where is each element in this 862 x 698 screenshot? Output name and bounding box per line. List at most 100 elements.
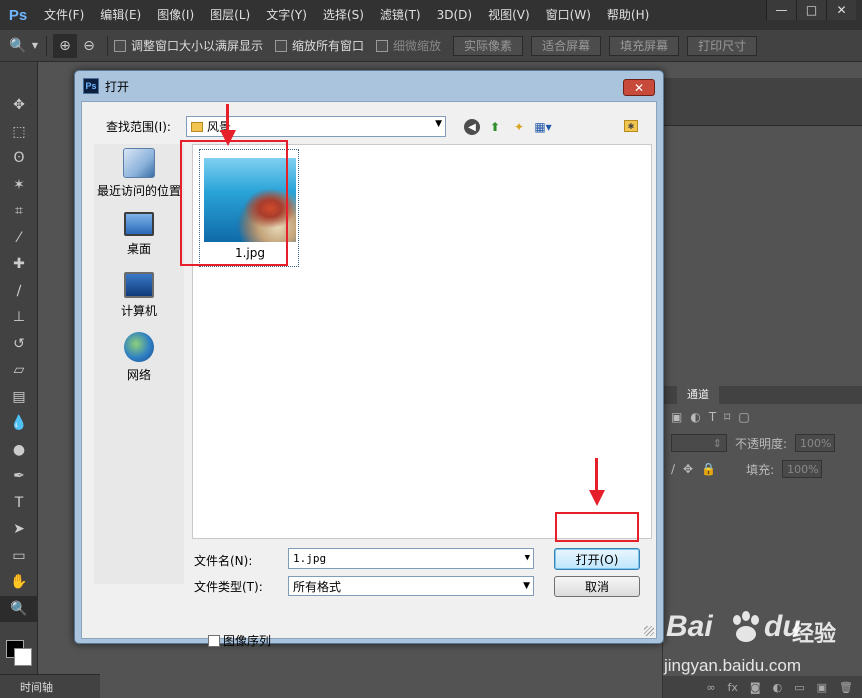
fill-field[interactable]: 100% xyxy=(782,460,823,478)
menu-edit[interactable]: 编辑(E) xyxy=(92,0,149,30)
hand-tool-icon[interactable]: ✋ xyxy=(0,569,38,596)
filter-image-icon[interactable]: ▣ xyxy=(671,410,682,424)
up-folder-icon[interactable]: ⬆ xyxy=(486,118,504,136)
eraser-icon[interactable]: ▱ xyxy=(0,357,38,384)
zoom-in-icon[interactable]: ⊕ xyxy=(53,33,77,58)
annotation-arrowhead-open xyxy=(589,490,605,506)
open-button[interactable]: 打开(O) xyxy=(554,548,640,570)
fit-screen-button[interactable]: 适合屏幕 xyxy=(531,35,602,56)
fill-screen-button[interactable]: 填充屏幕 xyxy=(609,35,680,56)
move-tool-icon[interactable]: ✥ xyxy=(0,92,38,119)
menu-file[interactable]: 文件(F) xyxy=(36,0,92,30)
menu-bar: Ps 文件(F) 编辑(E) 图像(I) 图层(L) 文字(Y) 选择(S) 滤… xyxy=(0,0,862,30)
favorite-folder-icon[interactable]: ✱ xyxy=(624,120,638,132)
type-tool-icon[interactable]: T xyxy=(0,490,38,517)
lock-brush-icon[interactable]: ∕ xyxy=(671,462,675,476)
look-in-label: 查找范围(I): xyxy=(106,120,171,134)
file-name-input[interactable]: 1.jpg ▼ xyxy=(288,548,534,569)
menu-image[interactable]: 图像(I) xyxy=(149,0,202,30)
menu-3d[interactable]: 3D(D) xyxy=(429,0,480,30)
clone-stamp-icon[interactable]: ⊥ xyxy=(0,304,38,331)
dialog-body: 查找范围(I): 风景 ▼ ◀ ⬆ ✦ ▦▾ ✱ 最近访问的位置 桌面 计算机 … xyxy=(81,101,657,648)
close-window-button[interactable]: ✕ xyxy=(826,0,856,20)
window-controls: — □ ✕ xyxy=(766,0,856,22)
view-menu-icon[interactable]: ▦▾ xyxy=(534,118,552,136)
lasso-tool-icon[interactable]: ʘ xyxy=(0,145,38,172)
chevron-down-icon: ▼ xyxy=(523,581,530,591)
lock-all-icon[interactable]: 🔒 xyxy=(701,462,716,476)
lock-move-icon[interactable]: ✥ xyxy=(683,462,693,476)
filter-adjust-icon[interactable]: ◐ xyxy=(690,410,700,424)
resize-windows-checkbox[interactable]: 调整窗口大小以满屏显示 xyxy=(114,37,263,54)
menu-layer[interactable]: 图层(L) xyxy=(202,0,258,30)
annotation-box-file xyxy=(180,140,288,266)
brush-tool-icon[interactable]: ∕ xyxy=(0,278,38,305)
cancel-button[interactable]: 取消 xyxy=(554,576,640,597)
new-folder-icon[interactable]: ✦ xyxy=(510,118,528,136)
zoom-tool-selected-icon[interactable]: 🔍 xyxy=(0,595,38,622)
file-type-value: 所有格式 xyxy=(293,579,342,594)
place-recent[interactable]: 最近访问的位置 xyxy=(94,148,184,199)
print-size-button[interactable]: 打印尺寸 xyxy=(687,35,758,56)
background-color-swatch[interactable] xyxy=(14,648,32,666)
marquee-tool-icon[interactable]: ⬚ xyxy=(0,119,38,146)
checkbox-icon xyxy=(376,39,389,52)
blur-tool-icon[interactable]: 💧 xyxy=(0,410,38,437)
resize-grip-icon[interactable] xyxy=(644,626,654,636)
back-icon[interactable]: ◀ xyxy=(464,119,480,135)
zoom-all-checkbox[interactable]: 缩放所有窗口 xyxy=(275,37,364,54)
history-brush-icon[interactable]: ↺ xyxy=(0,331,38,358)
menu-filter[interactable]: 滤镜(T) xyxy=(372,0,429,30)
tab-layers[interactable] xyxy=(663,386,677,404)
recent-places-icon xyxy=(123,148,155,178)
fill-label: 填充: xyxy=(746,462,775,477)
pen-tool-icon[interactable]: ✒ xyxy=(0,463,38,490)
path-select-icon[interactable]: ➤ xyxy=(0,516,38,543)
zoom-out-icon[interactable]: ⊖ xyxy=(77,34,101,58)
place-label: 计算机 xyxy=(120,304,157,318)
minimize-button[interactable]: — xyxy=(766,0,796,20)
dialog-close-button[interactable]: ✕ xyxy=(623,79,655,96)
place-network[interactable]: 网络 xyxy=(94,332,184,383)
lock-fill-row: ∕ ✥ 🔒 填充: 100% xyxy=(663,456,862,482)
filter-shape-icon[interactable]: ⌑ xyxy=(724,410,730,424)
place-computer[interactable]: 计算机 xyxy=(94,272,184,319)
restore-button[interactable]: □ xyxy=(796,0,826,20)
places-bar: 最近访问的位置 桌面 计算机 网络 xyxy=(94,144,184,584)
filter-smart-icon[interactable]: ▢ xyxy=(738,410,749,424)
place-label: 桌面 xyxy=(126,242,151,256)
gradient-tool-icon[interactable]: ▤ xyxy=(0,384,38,411)
look-in-row: 查找范围(I): xyxy=(106,114,171,138)
layers-tabs: 通道 xyxy=(663,386,862,404)
menu-view[interactable]: 视图(V) xyxy=(480,0,538,30)
file-type-select[interactable]: 所有格式 ▼ xyxy=(288,576,534,596)
file-type-label: 文件类型(T): xyxy=(194,580,263,594)
menu-select[interactable]: 选择(S) xyxy=(315,0,372,30)
tab-channels[interactable]: 通道 xyxy=(677,386,719,404)
zoom-tool-icon[interactable]: 🔍 xyxy=(6,34,30,58)
network-globe-icon xyxy=(124,332,154,362)
place-desktop[interactable]: 桌面 xyxy=(94,212,184,257)
menu-help[interactable]: 帮助(H) xyxy=(599,0,657,30)
magic-wand-icon[interactable]: ✶ xyxy=(0,172,38,199)
menu-window[interactable]: 窗口(W) xyxy=(538,0,599,30)
crop-tool-icon[interactable]: ⌗ xyxy=(0,198,38,225)
close-icon: ✕ xyxy=(633,80,645,95)
opacity-field[interactable]: 100% xyxy=(795,434,836,452)
dodge-tool-icon[interactable]: ● xyxy=(0,437,38,464)
image-sequence-checkbox[interactable]: 图像序列 xyxy=(208,632,271,649)
eyedropper-icon[interactable]: ⁄ xyxy=(0,225,38,252)
shape-tool-icon[interactable]: ▭ xyxy=(0,543,38,570)
filter-type-icon[interactable]: T xyxy=(709,410,716,424)
healing-brush-icon[interactable]: ✚ xyxy=(0,251,38,278)
watermark-url: jingyan.baidu.com xyxy=(664,656,802,675)
chevron-down-icon: ▼ xyxy=(435,119,442,129)
timeline-tab[interactable]: 时间轴 xyxy=(0,674,100,698)
dropdown-chevron-icon[interactable]: ▼ xyxy=(30,34,40,58)
opacity-label: 不透明度: xyxy=(735,436,788,451)
actual-pixels-button[interactable]: 实际像素 xyxy=(453,35,524,56)
dialog-title: 打开 xyxy=(105,79,130,94)
menu-type[interactable]: 文字(Y) xyxy=(258,0,315,30)
blend-mode-select[interactable]: ⇕ xyxy=(671,434,727,452)
scrubby-zoom-checkbox[interactable]: 细微缩放 xyxy=(376,37,441,54)
